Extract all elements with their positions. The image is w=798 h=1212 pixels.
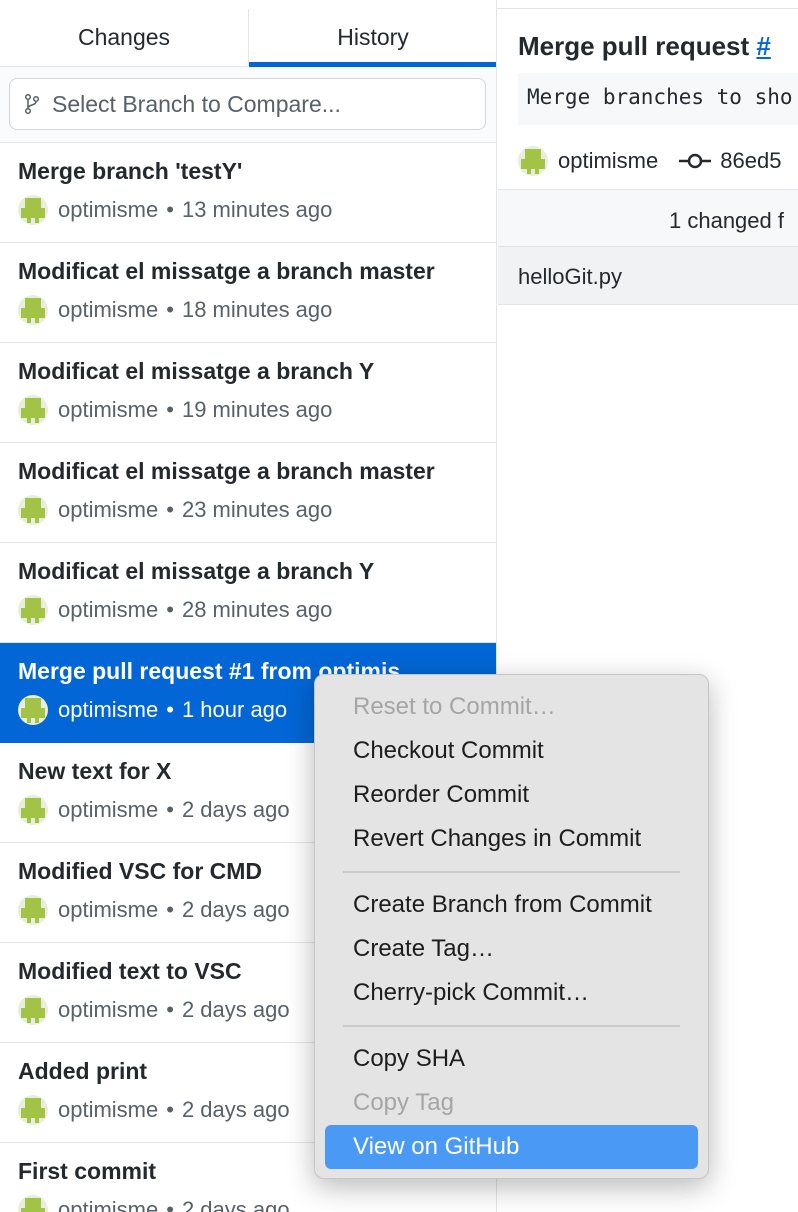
commit-time: 13 minutes ago xyxy=(181,197,333,222)
avatar xyxy=(18,195,48,225)
commit-title: Merge branch 'testY' xyxy=(18,158,243,184)
commit-time: 23 minutes ago xyxy=(181,497,333,522)
menu-divider xyxy=(343,871,680,873)
commit-time: 2 days ago xyxy=(181,797,290,822)
commit-meta: optimisme • 18 minutes ago xyxy=(18,295,479,325)
changed-files-header: 1 changed f xyxy=(498,189,798,247)
meta-separator: • xyxy=(166,697,174,722)
commit-author: optimisme xyxy=(58,597,159,622)
commit-time: 2 days ago xyxy=(181,997,290,1022)
commit-author: optimisme xyxy=(58,697,159,722)
meta-separator: • xyxy=(166,997,174,1022)
commit-time: 18 minutes ago xyxy=(181,297,333,322)
commit-item[interactable]: Merge branch 'testY' optimisme • 13 minu… xyxy=(0,143,496,243)
sidebar-tabs: Changes History xyxy=(0,9,496,67)
commit-author: optimisme xyxy=(58,297,159,322)
commit-time: 2 days ago xyxy=(181,897,290,922)
pull-request-link[interactable]: # xyxy=(756,31,770,61)
meta-separator: • xyxy=(166,397,174,422)
tab-changes[interactable]: Changes xyxy=(0,9,248,66)
commit-item[interactable]: Modificat el missatge a branch master op… xyxy=(0,443,496,543)
commit-item[interactable]: Modificat el missatge a branch Y optimis… xyxy=(0,343,496,443)
git-branch-icon xyxy=(24,93,40,115)
menu-item-copy-tag: Copy Tag xyxy=(353,1089,454,1116)
meta-separator: • xyxy=(166,797,174,822)
commit-meta: optimisme • 23 minutes ago xyxy=(18,495,479,525)
meta-separator: • xyxy=(166,197,174,222)
meta-separator: • xyxy=(166,497,174,522)
menu-item-cherry-pick[interactable]: Cherry-pick Commit… xyxy=(325,971,698,1015)
commit-item[interactable]: Modificat el missatge a branch Y optimis… xyxy=(0,543,496,643)
commit-item[interactable]: Modificat el missatge a branch master op… xyxy=(0,243,496,343)
avatar xyxy=(18,1195,48,1212)
commit-time: 1 hour ago xyxy=(181,697,288,722)
menu-item-checkout-commit[interactable]: Checkout Commit xyxy=(325,729,698,773)
commit-meta: optimisme • 19 minutes ago xyxy=(18,395,479,425)
changed-file-item[interactable]: helloGit.py xyxy=(498,247,798,305)
meta-separator: • xyxy=(166,297,174,322)
avatar xyxy=(18,1095,48,1125)
commit-time: 2 days ago xyxy=(181,1097,290,1122)
commit-detail-meta: optimisme 86ed5 xyxy=(518,146,781,176)
menu-item-reorder-commit[interactable]: Reorder Commit xyxy=(325,773,698,817)
commit-meta: optimisme • 2 days ago xyxy=(18,1195,479,1212)
avatar xyxy=(18,395,48,425)
commit-author: optimisme xyxy=(58,1197,159,1212)
commit-detail-title: Merge pull request # xyxy=(518,31,771,62)
menu-item-copy-sha[interactable]: Copy SHA xyxy=(325,1037,698,1081)
avatar xyxy=(18,695,48,725)
commit-meta: optimisme • 13 minutes ago xyxy=(18,195,479,225)
branch-compare-input[interactable]: Select Branch to Compare... xyxy=(9,78,486,130)
commit-sha[interactable]: 86ed5 xyxy=(720,148,781,174)
avatar xyxy=(18,495,48,525)
menu-item-revert-changes[interactable]: Revert Changes in Commit xyxy=(325,817,698,861)
commit-title: Modificat el missatge a branch master xyxy=(18,258,435,284)
avatar xyxy=(18,895,48,925)
commit-author: optimisme xyxy=(58,497,159,522)
branch-compare-placeholder: Select Branch to Compare... xyxy=(52,90,341,117)
avatar xyxy=(18,595,48,625)
meta-separator: • xyxy=(166,597,174,622)
commit-author: optimisme xyxy=(58,997,159,1022)
commit-author: optimisme xyxy=(58,797,159,822)
commit-time: 28 minutes ago xyxy=(181,597,333,622)
avatar xyxy=(18,795,48,825)
commit-author: optimisme xyxy=(58,1097,159,1122)
menu-item-reset-to-commit: Reset to Commit… xyxy=(353,693,556,720)
commit-meta: optimisme • 28 minutes ago xyxy=(18,595,479,625)
menu-item-view-on-github[interactable]: View on GitHub xyxy=(325,1125,698,1169)
commit-time: 19 minutes ago xyxy=(181,397,333,422)
commit-author: optimisme xyxy=(58,197,159,222)
meta-separator: • xyxy=(166,897,174,922)
commit-author: optimisme xyxy=(58,397,159,422)
commit-context-menu: Reset to Commit… Checkout Commit Reorder… xyxy=(314,674,709,1179)
commit-title: Modificat el missatge a branch Y xyxy=(18,558,375,584)
meta-separator: • xyxy=(166,1197,174,1212)
avatar xyxy=(518,146,548,176)
branch-compare-bar: Select Branch to Compare... xyxy=(0,67,496,143)
avatar xyxy=(18,295,48,325)
menu-item-create-branch[interactable]: Create Branch from Commit xyxy=(325,883,698,927)
git-commit-icon xyxy=(679,153,712,169)
commit-detail-author: optimisme xyxy=(558,148,659,173)
commit-title: Modificat el missatge a branch Y xyxy=(18,358,375,384)
commit-detail-title-text: Merge pull request xyxy=(518,31,757,61)
commit-title: Modificat el missatge a branch master xyxy=(18,458,435,484)
commit-author: optimisme xyxy=(58,897,159,922)
avatar xyxy=(18,995,48,1025)
commit-time: 2 days ago xyxy=(181,1197,290,1212)
tab-history[interactable]: History xyxy=(248,9,496,67)
meta-separator: • xyxy=(166,1097,174,1122)
commit-description: Merge branches to sho xyxy=(518,73,798,125)
menu-item-create-tag[interactable]: Create Tag… xyxy=(325,927,698,971)
menu-divider xyxy=(343,1025,680,1027)
